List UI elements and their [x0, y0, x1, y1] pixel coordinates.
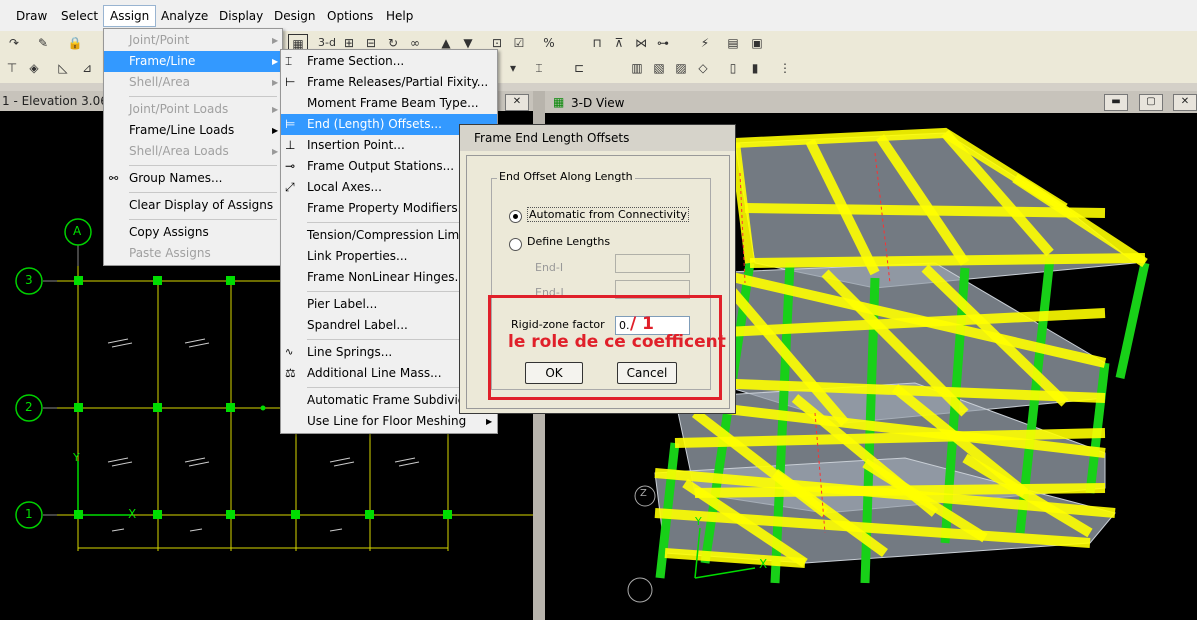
menu-help[interactable]: Help [380, 6, 419, 26]
menu-item-shell-area-loads[interactable]: Shell/Area Loads ▶ [104, 141, 282, 162]
section-icon: ⌶ [285, 54, 293, 68]
percent-icon[interactable]: % [540, 34, 558, 52]
radio-automatic-label[interactable]: Automatic from Connectivity [527, 207, 689, 222]
maximize-icon[interactable]: ▢ [1139, 94, 1163, 111]
snap2-icon[interactable]: ▧ [650, 59, 668, 77]
snap-icon[interactable]: ▥ [628, 59, 646, 77]
axis-z-label-3d: Z [640, 488, 647, 499]
annotation-text: le role de ce coefficent [508, 332, 726, 352]
column-icon[interactable]: ▯ [724, 59, 742, 77]
brace-icon[interactable]: ⊼ [610, 34, 628, 52]
menu-design[interactable]: Design [268, 6, 321, 26]
menu-item-joint-point[interactable]: Joint/Point ▶ [104, 30, 282, 51]
group-label: End Offset Along Length [497, 170, 635, 183]
menu-item-joint-point-loads[interactable]: Joint/Point Loads ▶ [104, 99, 282, 120]
axis-y-label: Y [73, 451, 80, 464]
menu-item-paste-assigns[interactable]: Paste Assigns [104, 243, 282, 264]
axis-x-label-3d: X [759, 557, 768, 571]
grid-label-a: A [73, 224, 82, 238]
radio-define-lengths[interactable] [509, 238, 522, 251]
minimize-icon[interactable]: ▬ [1104, 94, 1128, 111]
grid-label-2: 2 [25, 400, 33, 414]
menu-item-clear-display[interactable]: Clear Display of Assigns [104, 195, 282, 216]
menu-options[interactable]: Options [321, 6, 379, 26]
annotation-value-note: / 1 [630, 314, 654, 334]
wall-icon[interactable]: ▮ [746, 59, 764, 77]
left-window-title: 1 - Elevation 3.06 [2, 94, 108, 108]
dialog-titlebar: Frame End Length Offsets [460, 125, 735, 151]
menu-item-frame-section[interactable]: ⌶ Frame Section... [281, 51, 497, 72]
axis-x-label: X [128, 507, 137, 521]
dialog-title: Frame End Length Offsets [474, 131, 630, 145]
section-icon[interactable]: ⌶ [530, 59, 548, 77]
assign-dropdown-menu: Joint/Point ▶ Frame/Line ▶ Shell/Area ▶ Joi… [103, 28, 283, 266]
design-icon[interactable]: ▤ [724, 34, 742, 52]
menu-item-shell-area[interactable]: Shell/Area ▶ [104, 72, 282, 93]
layers-icon[interactable]: ◈ [25, 59, 43, 77]
radio-automatic[interactable] [509, 210, 522, 223]
insertion-icon: ⊥ [285, 138, 296, 152]
check-icon[interactable]: ☑ [510, 34, 528, 52]
close-icon[interactable]: ✕ [505, 94, 529, 111]
menu-item-frame-releases[interactable]: ⊢ Frame Releases/Partial Fixity... [281, 72, 497, 93]
draw-area-icon[interactable]: ◺ [54, 59, 72, 77]
grid-icon[interactable]: ⊤ [3, 59, 21, 77]
menu-select[interactable]: Select [55, 6, 104, 26]
truss-icon[interactable]: ⋈ [632, 34, 650, 52]
menu-display[interactable]: Display [213, 6, 269, 26]
dropdown-icon[interactable]: ▾ [504, 59, 522, 77]
grid-label-3: 3 [25, 273, 33, 287]
axis-y-label-3d: Y [695, 515, 702, 528]
menu-draw[interactable]: Draw [10, 6, 53, 26]
copy-icon[interactable]: ⊏ [570, 59, 588, 77]
design-check-icon[interactable]: ▣ [748, 34, 766, 52]
offset-icon: ⊨ [285, 117, 296, 131]
view-3d-icon: ▦ [553, 95, 565, 109]
frame-icon[interactable]: ⊓ [588, 34, 606, 52]
menu-item-frame-line-loads[interactable]: Frame/Line Loads ▶ [104, 120, 282, 141]
snap3-icon[interactable]: ▨ [672, 59, 690, 77]
link-icon[interactable]: ⊶ [654, 34, 672, 52]
pencil-icon[interactable]: ✎ [34, 34, 52, 52]
menu-analyze[interactable]: Analyze [155, 6, 214, 26]
right-window-title: 3-D View [571, 96, 625, 110]
right-window-titlebar: ▦ 3-D View ▬ ▢ ✕ [545, 91, 1197, 113]
axes-icon: ⤢ [285, 180, 295, 194]
redo-icon[interactable]: ↷ [5, 34, 23, 52]
menu-item-group-names[interactable]: ⚯ Group Names... [104, 168, 282, 189]
release-icon: ⊢ [285, 75, 296, 89]
close-icon[interactable]: ✕ [1173, 94, 1197, 111]
menu-item-frame-line[interactable]: Frame/Line ▶ [104, 51, 282, 72]
filter-icon[interactable]: ⋮ [776, 59, 794, 77]
draw-line-icon[interactable]: ⊿ [78, 59, 96, 77]
stations-icon: ⊸ [285, 159, 296, 173]
radio-define-label[interactable]: Define Lengths [527, 235, 610, 248]
spring-icon: ∿ [285, 347, 294, 358]
end-i-field[interactable] [615, 254, 690, 273]
snap4-icon[interactable]: ◇ [694, 59, 712, 77]
menu-assign[interactable]: Assign [103, 5, 157, 27]
lightning-icon[interactable]: ⚡ [696, 34, 714, 52]
lock-icon[interactable]: 🔒 [66, 34, 84, 52]
menu-item-copy-assigns[interactable]: Copy Assigns [104, 222, 282, 243]
group-icon: ⚯ [109, 172, 119, 185]
mass-icon: ⚖ [285, 366, 296, 380]
menu-item-moment-frame-beam[interactable]: Moment Frame Beam Type... [281, 93, 497, 114]
menu-item-floor-meshing[interactable]: Use Line for Floor Meshing ▶ [281, 411, 497, 432]
end-i-label: End-I [535, 261, 564, 274]
grid-label-1: 1 [25, 507, 33, 521]
